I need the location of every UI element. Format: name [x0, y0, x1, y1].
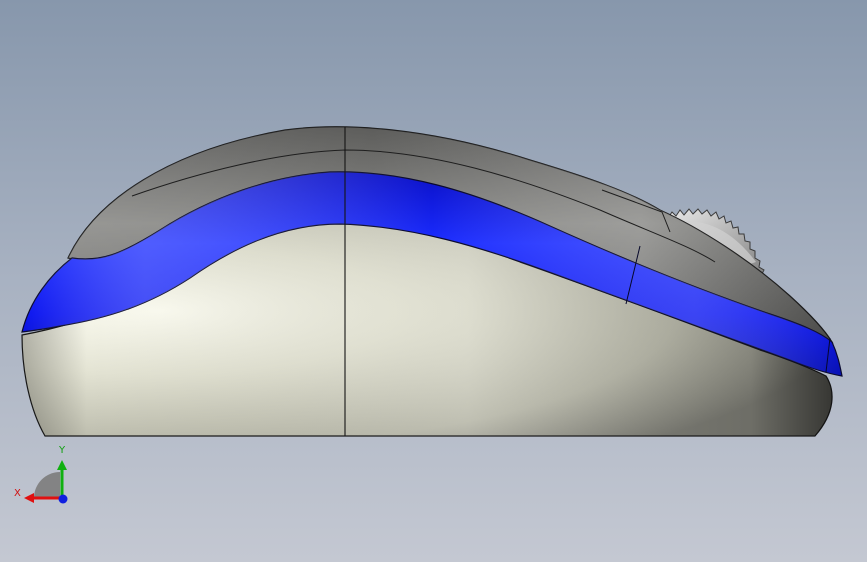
y-axis-arrowhead: [57, 460, 67, 470]
axis-triad: Y X: [14, 445, 68, 504]
mouse-side-view-model[interactable]: [0, 0, 867, 562]
y-axis-label: Y: [58, 445, 66, 456]
z-axis-dot: [58, 494, 68, 504]
triad-quarter-disc: [34, 472, 60, 498]
3d-viewport[interactable]: Y X: [0, 0, 867, 562]
x-axis-label: X: [14, 488, 21, 499]
x-axis-arrowhead: [24, 493, 34, 503]
